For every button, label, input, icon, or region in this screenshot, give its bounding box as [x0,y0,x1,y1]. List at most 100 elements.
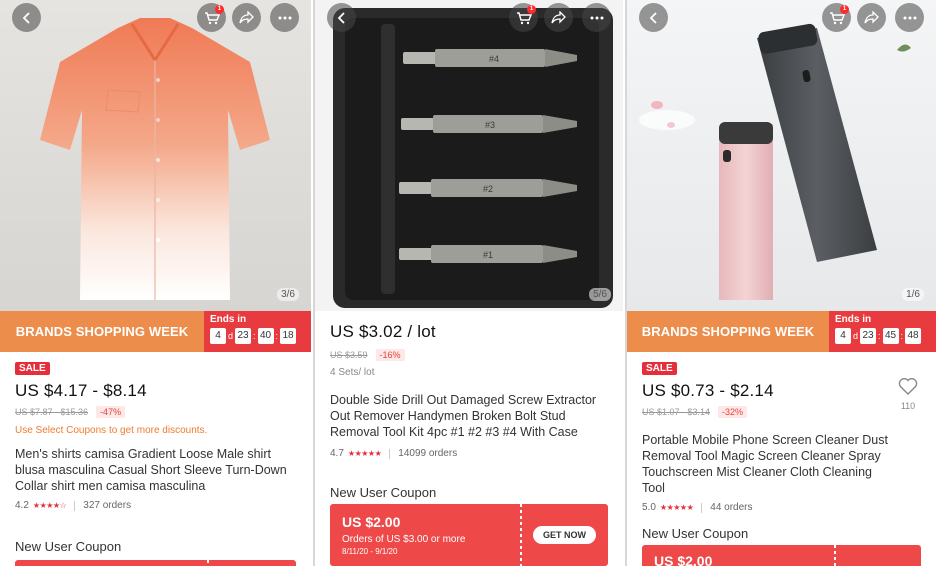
product-image-gallery[interactable]: #4 #3 #2 #1 1 5/6 [315,0,623,311]
ends-in-label: Ends in [835,314,872,325]
rating-row[interactable]: 4.7 ★★★★★ 14099 orders [330,448,608,459]
share-button[interactable] [544,3,573,32]
new-user-coupon-heading: New User Coupon [642,526,749,541]
cart-button[interactable]: 1 [822,3,851,32]
back-arrow-icon [337,11,345,24]
cart-count-badge: 1 [527,5,536,14]
orders-count: 44 orders [710,502,753,513]
rating-stars: ★★★★★ [347,449,382,458]
countdown-day-label: d [853,331,859,341]
image-page-indicator: 3/6 [277,288,299,301]
new-user-coupon-heading: New User Coupon [330,485,437,500]
share-button[interactable] [857,3,886,32]
countdown-timer: Ends in 4 d 23 : 40 : 18 [204,311,311,352]
brand-banner-text: BRANDS SHOPPING WEEK [15,324,189,339]
countdown-day-label: d [228,331,234,341]
more-button[interactable] [895,3,924,32]
original-price: US $1.07 - $3.14 [642,407,711,417]
back-arrow-icon [22,11,30,24]
original-price: US $3.59 [330,350,368,360]
product-title: Portable Mobile Phone Screen Cleaner Dus… [642,433,888,495]
cart-button[interactable]: 1 [509,3,538,32]
countdown-hours: 23 [860,328,877,344]
screenshot-stage: { "panels": [ { "page_indicator": "3/6",… [0,0,936,566]
bit-label: #1 [483,250,493,260]
product-panel-screen-cleaner: 1 1/6 BRANDS SHOPPING WEEK Ends in 4 d 2… [625,0,936,566]
back-arrow-icon [649,11,657,24]
countdown-minutes: 40 [257,328,274,344]
back-button[interactable] [12,3,41,32]
rating-row[interactable]: 4.2 ★★★★☆ 327 orders [15,500,296,511]
rating-value: 4.7 [330,448,344,459]
get-now-button[interactable]: GET NOW [533,526,596,544]
heart-icon [898,378,918,395]
orders-count: 327 orders [83,500,132,511]
countdown-days: 4 [835,328,851,344]
coupon-card[interactable]: US $2.00 [642,545,921,566]
more-button[interactable] [270,3,299,32]
back-button[interactable] [639,3,668,32]
coupon-card[interactable]: US $2.00 Orders of US $3.00 or more 8/11… [330,504,608,566]
shirt-image [40,18,270,300]
cart-count-badge: 1 [840,5,849,14]
product-info: US $3.02 / lot US $3.59 -16% 4 Sets/ lot… [315,318,623,459]
share-button[interactable] [232,3,261,32]
product-title: Men's shirts camisa Gradient Loose Male … [15,447,287,493]
cart-button[interactable]: 1 [197,3,226,32]
countdown-seconds: 48 [905,328,922,344]
coupon-notice-link[interactable]: Use Select Coupons to get more discounts… [15,425,296,436]
rating-value: 5.0 [642,502,656,513]
share-icon [239,11,254,24]
product-panel-shirt: 1 3/6 BRANDS SHOPPING WEEK Ends in 4 d 2… [0,0,311,566]
more-button[interactable] [582,3,611,32]
discount-badge: -47% [96,406,126,418]
discount-badge: -32% [718,406,748,418]
brand-banner-text: BRANDS SHOPPING WEEK [641,324,815,339]
coupon-card[interactable] [15,560,296,566]
rating-value: 4.2 [15,500,29,511]
lot-size: 4 Sets/ lot [330,367,375,378]
sale-badge: SALE [642,362,677,375]
product-panel-screw-extractor: #4 #3 #2 #1 1 5/6 US $3.02 / lot US $3.5… [313,0,623,566]
brands-week-banner[interactable]: BRANDS SHOPPING WEEK Ends in 4 d 23 : 45… [627,311,936,352]
discount-badge: -16% [375,349,405,361]
ends-in-label: Ends in [210,314,247,325]
divider [701,502,703,513]
bit-label: #3 [485,120,495,130]
wishlist-button[interactable]: 110 [896,377,920,411]
divider [74,500,76,511]
rating-row[interactable]: 5.0 ★★★★★ 44 orders [642,502,921,513]
share-icon [551,11,566,24]
rating-stars: ★★★★☆ [32,501,67,510]
more-icon [590,16,603,19]
back-button[interactable] [327,3,356,32]
product-price: US $4.17 - $8.14 [15,381,147,400]
product-info: SALE US $4.17 - $8.14 US $7.87 - $15.36 … [0,355,311,511]
brands-week-banner[interactable]: BRANDS SHOPPING WEEK Ends in 4 d 23 : 40… [0,311,311,352]
wishlist-count: 110 [900,401,916,411]
more-icon [278,16,291,19]
bit-label: #2 [483,184,493,194]
cart-count-badge: 1 [215,5,224,14]
product-price: US $0.73 - $2.14 [642,381,774,400]
screw-extractor-image: #4 #3 #2 #1 [333,8,613,308]
product-image-gallery[interactable]: 1 1/6 [627,0,936,311]
divider [389,448,391,459]
new-user-coupon-heading: New User Coupon [15,539,122,554]
image-page-indicator: 1/6 [902,288,924,301]
rating-stars: ★★★★★ [659,503,694,512]
sale-badge: SALE [15,362,50,375]
product-image-gallery[interactable]: 1 3/6 [0,0,311,311]
product-title: Double Side Drill Out Damaged Screw Extr… [330,393,597,439]
share-icon [864,11,879,24]
countdown-seconds: 18 [280,328,297,344]
countdown-timer: Ends in 4 d 23 : 45 : 48 [829,311,936,352]
countdown-days: 4 [210,328,226,344]
more-icon [903,16,916,19]
orders-count: 14099 orders [398,448,458,459]
product-price: US $3.02 / lot [330,322,436,341]
countdown-minutes: 45 [882,328,899,344]
image-page-indicator: 5/6 [589,288,611,301]
product-info: SALE US $0.73 - $2.14 US $1.07 - $3.14 -… [627,355,936,513]
bit-label: #4 [489,54,499,64]
